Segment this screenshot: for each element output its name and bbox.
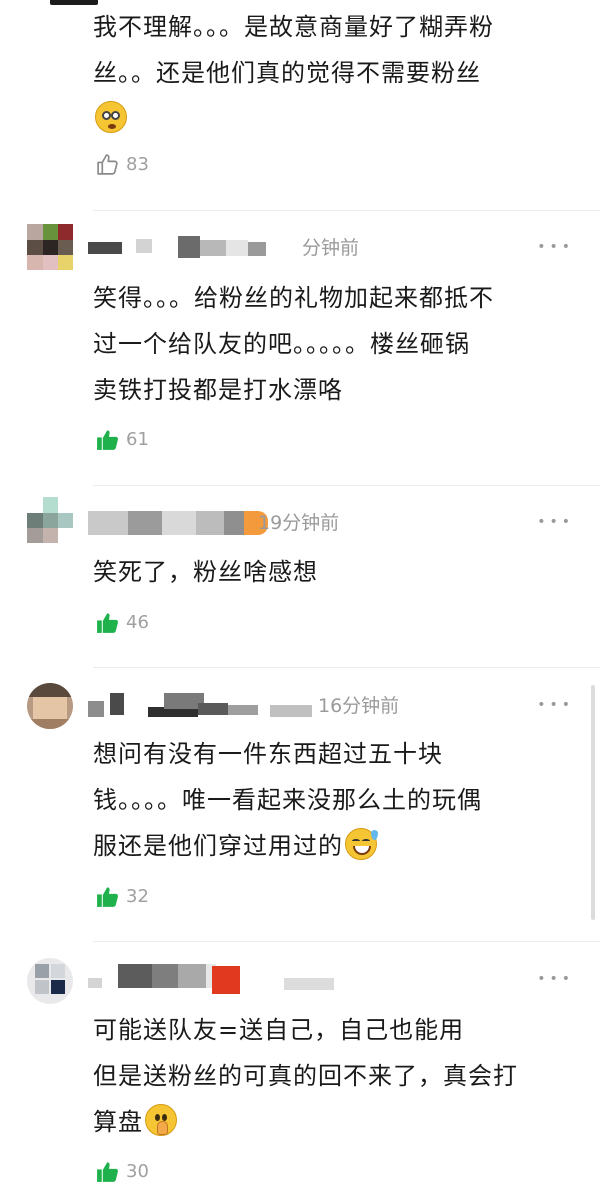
divider [93, 210, 600, 211]
comment-text-line: 可能送队友=送自己，自己也能用 [93, 1016, 465, 1044]
like-button[interactable]: 83 [95, 151, 149, 177]
avatar[interactable] [27, 958, 73, 1004]
thumbs-up-filled-icon [97, 1161, 118, 1182]
thumbs-up-filled-icon [97, 612, 118, 633]
like-button[interactable]: 61 [95, 426, 149, 452]
like-button[interactable]: 30 [95, 1158, 149, 1184]
top-edge-mark [50, 0, 98, 5]
like-count: 83 [126, 153, 149, 175]
scrollbar[interactable] [591, 685, 595, 920]
avatar[interactable] [27, 683, 73, 729]
grinning-sweat-emoji [345, 828, 378, 860]
like-button[interactable]: 32 [95, 883, 149, 909]
like-count: 61 [126, 428, 149, 450]
username-blurred[interactable] [88, 964, 348, 994]
comment-text: 笑死了，粉丝啥感想 [93, 549, 583, 595]
comment-time: 16分钟前 [318, 695, 400, 717]
comment-text: 想问有没有一件东西超过五十块 钱。。。。唯一看起来没那么土的玩偶 服还是他们穿过… [93, 731, 583, 869]
comment-text-line: 我不理解。。。是故意商量好了糊弄粉 [93, 13, 494, 41]
thumbs-up-filled-icon [97, 429, 118, 450]
comment-text-line: 过一个给队友的吧。。。。。楼丝砸锅 [93, 330, 470, 358]
avatar[interactable] [27, 224, 73, 270]
like-count: 46 [126, 611, 149, 633]
comment-text-line: 想问有没有一件东西超过五十块 [93, 740, 443, 768]
more-options-icon[interactable]: ••• [537, 697, 574, 713]
more-options-icon[interactable]: ••• [537, 514, 574, 530]
like-count: 32 [126, 885, 149, 907]
comment-text-line: 笑死了，粉丝啥感想 [93, 558, 318, 586]
comment-text-line: 卖铁打投都是打水漂咯 [93, 376, 343, 404]
comment-time: 19分钟前 [258, 512, 340, 534]
comment-text: 笑得。。。给粉丝的礼物加起来都抵不 过一个给队友的吧。。。。。楼丝砸锅 卖铁打投… [93, 275, 583, 413]
like-button[interactable]: 46 [95, 609, 149, 635]
comment-text-line: 但是送粉丝的可真的回不来了，真会打 [93, 1062, 518, 1090]
avatar[interactable] [27, 497, 73, 543]
username-blurred[interactable] [88, 236, 298, 260]
thumbs-up-filled-icon [97, 886, 118, 907]
username-blurred[interactable] [88, 693, 318, 717]
comment-text-line: 丝。。还是他们真的觉得不需要粉丝 [93, 59, 481, 87]
more-options-icon[interactable]: ••• [537, 239, 574, 255]
more-options-icon[interactable]: ••• [537, 971, 574, 987]
comment-time: 分钟前 [302, 237, 360, 259]
like-count: 30 [126, 1160, 149, 1182]
comment-text: 我不理解。。。是故意商量好了糊弄粉 丝。。还是他们真的觉得不需要粉丝 [93, 4, 583, 142]
comment-text-line: 服还是他们穿过用过的 [93, 832, 343, 860]
shushing-face-emoji [145, 1104, 177, 1136]
divider [93, 667, 600, 668]
divider [93, 485, 600, 486]
flushed-face-emoji [95, 101, 127, 133]
comment-text-line: 算盘 [93, 1108, 143, 1136]
comment-text-line: 钱。。。。唯一看起来没那么土的玩偶 [93, 786, 482, 814]
divider [93, 941, 600, 942]
comment-text: 可能送队友=送自己，自己也能用 但是送粉丝的可真的回不来了，真会打 算盘 [93, 1007, 583, 1145]
comment-text-line: 笑得。。。给粉丝的礼物加起来都抵不 [93, 284, 494, 312]
thumbs-up-outline-icon [97, 153, 118, 175]
